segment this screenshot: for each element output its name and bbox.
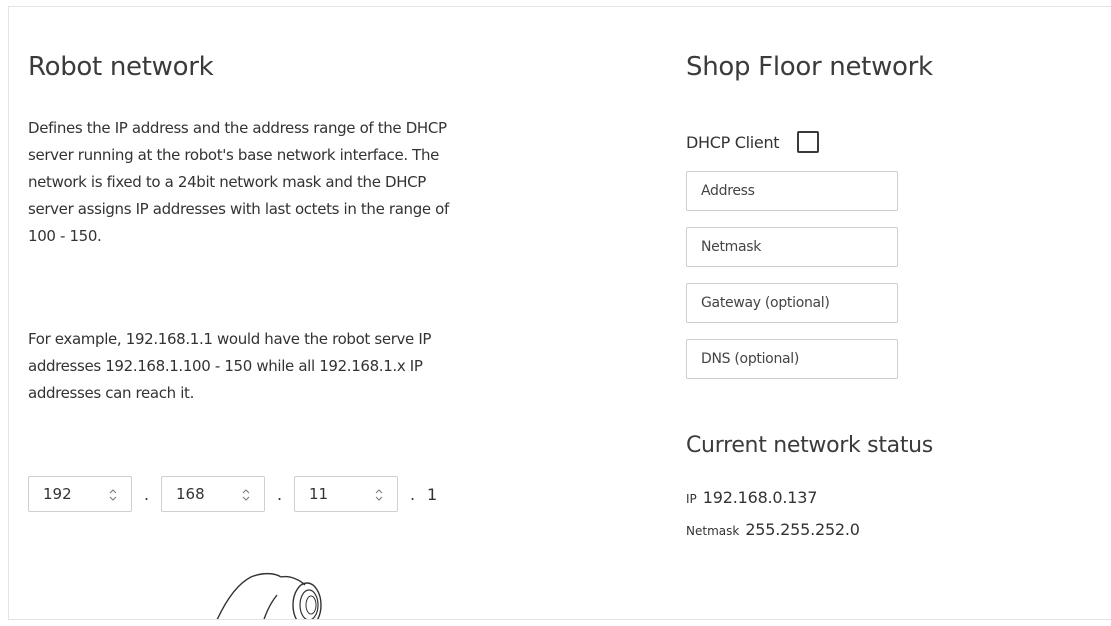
octet-separator: . [409,484,416,504]
status-netmask-label: Netmask [686,524,740,538]
dhcp-client-label: DHCP Client [686,132,780,152]
octet-separator: . [143,484,150,504]
network-settings-panel: Robot network Defines the IP address and… [8,6,1111,620]
up-down-chevron-icon[interactable] [375,487,383,503]
status-ip-row: IP 192.168.0.137 [686,488,817,507]
octet-1-stepper[interactable]: 192 [28,476,132,512]
octet-3-stepper[interactable]: 11 [294,476,398,512]
dhcp-client-checkbox[interactable] [797,131,820,153]
octet-3-value: 11 [309,485,329,503]
octet-4-fixed-value: 1 [427,484,438,504]
status-netmask-row: Netmask 255.255.252.0 [686,520,860,539]
robot-network-title: Robot network [28,52,214,82]
robot-arm-icon [216,572,322,619]
dhcp-client-row: DHCP Client [686,131,820,153]
octet-1-value: 192 [43,485,72,503]
up-down-chevron-icon[interactable] [242,487,250,503]
current-network-status-title: Current network status [686,433,933,458]
gateway-input[interactable] [686,283,898,323]
octet-2-stepper[interactable]: 168 [161,476,265,512]
octet-2-value: 168 [176,485,205,503]
octet-separator: . [276,484,283,504]
up-down-chevron-icon[interactable] [109,487,117,503]
status-netmask-value: 255.255.252.0 [745,520,860,539]
robot-network-description: Defines the IP address and the address r… [28,119,449,245]
shop-floor-network-title: Shop Floor network [686,52,933,82]
robot-network-example: For example, 192.168.1.1 would have the … [28,330,432,402]
robot-ip-octets: 192 . 168 . 11 . 1 [28,475,437,513]
status-ip-label: IP [686,492,697,506]
status-ip-value: 192.168.0.137 [702,488,818,507]
address-input[interactable] [686,171,898,211]
dns-input[interactable] [686,339,898,379]
netmask-input[interactable] [686,227,898,267]
